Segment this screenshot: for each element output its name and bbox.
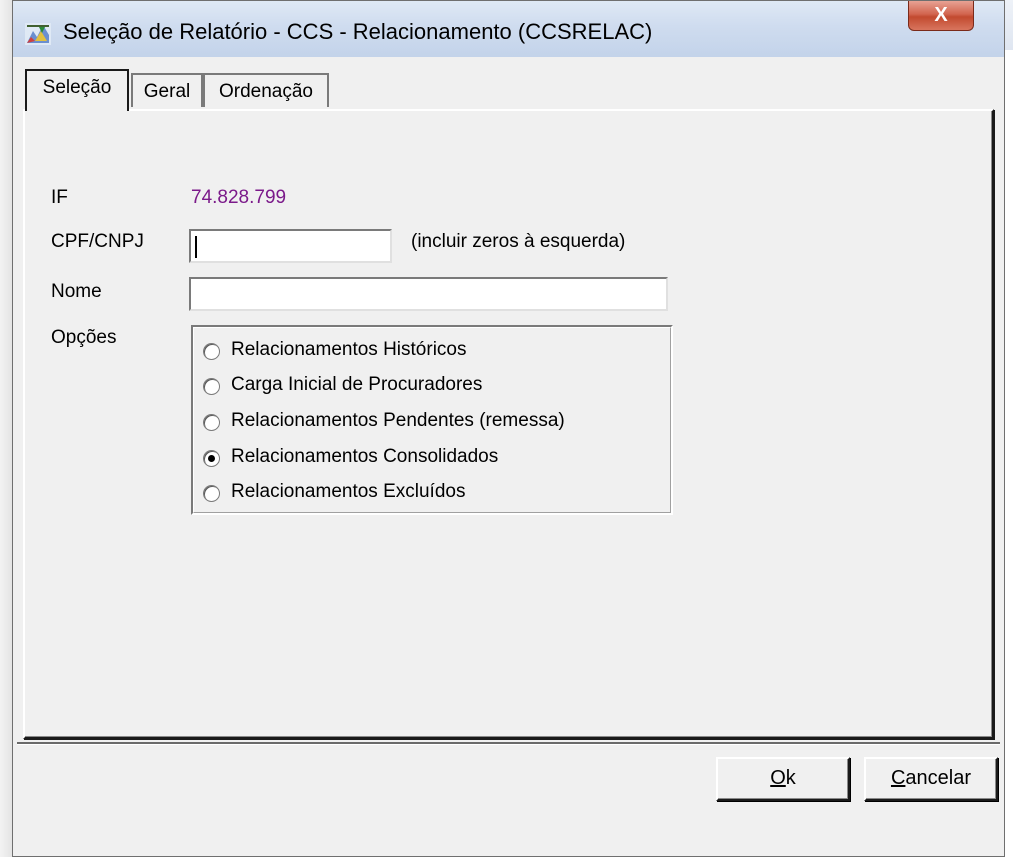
tab-label: Seleção <box>42 77 112 98</box>
radio-button-selected[interactable] <box>203 450 220 467</box>
close-button[interactable]: X <box>908 1 974 31</box>
opcoes-label: Opções <box>51 327 117 348</box>
radio-button[interactable] <box>203 414 220 431</box>
cpf-cnpj-hint: (incluir zeros à esquerda) <box>411 231 626 252</box>
report-selection-dialog: Seleção de Relatório - CCS - Relacioname… <box>12 0 1005 857</box>
ok-button[interactable]: Ok <box>716 757 850 801</box>
tab-panel-selecao: IF 74.828.799 CPF/CNPJ (incluir zeros à … <box>23 109 994 739</box>
close-icon: X <box>934 4 948 26</box>
text-caret <box>195 236 197 258</box>
dialog-client-area: Seleção Geral Ordenação IF 74.828.799 CP… <box>17 57 1000 852</box>
app-icon <box>25 23 51 45</box>
option-label: Relacionamentos Excluídos <box>231 481 466 502</box>
window-title: Seleção de Relatório - CCS - Relacioname… <box>63 19 653 44</box>
nome-label: Nome <box>51 281 102 302</box>
cpf-cnpj-input[interactable] <box>189 229 392 263</box>
tab-ordenacao[interactable]: Ordenação <box>203 73 329 107</box>
if-value: 74.828.799 <box>191 187 287 208</box>
cancel-mnemonic: C <box>890 767 906 789</box>
nome-input[interactable] <box>189 277 668 311</box>
tab-selecao[interactable]: Seleção <box>25 69 129 111</box>
radio-button[interactable] <box>203 343 220 360</box>
ok-label-rest: k <box>785 767 796 789</box>
background-window <box>0 0 12 857</box>
cpf-cnpj-label: CPF/CNPJ <box>51 231 144 252</box>
option-label: Carga Inicial de Procuradores <box>231 374 483 395</box>
options-radio-group: Relacionamentos Históricos Carga Inicial… <box>191 325 673 515</box>
title-bar: Seleção de Relatório - CCS - Relacioname… <box>13 1 1004 57</box>
separator-line <box>17 742 1000 745</box>
tab-label: Ordenação <box>218 81 313 102</box>
if-label: IF <box>51 187 68 208</box>
cancel-label-rest: ancelar <box>905 767 972 789</box>
option-label: Relacionamentos Consolidados <box>231 446 499 467</box>
ok-mnemonic: O <box>770 767 786 789</box>
radio-button[interactable] <box>203 485 220 502</box>
option-label: Relacionamentos Históricos <box>231 339 467 360</box>
option-label: Relacionamentos Pendentes (remessa) <box>231 410 565 431</box>
radio-button[interactable] <box>203 378 220 395</box>
tab-geral[interactable]: Geral <box>131 73 203 107</box>
tab-label: Geral <box>143 81 191 102</box>
cancel-button[interactable]: Cancelar <box>864 757 998 801</box>
